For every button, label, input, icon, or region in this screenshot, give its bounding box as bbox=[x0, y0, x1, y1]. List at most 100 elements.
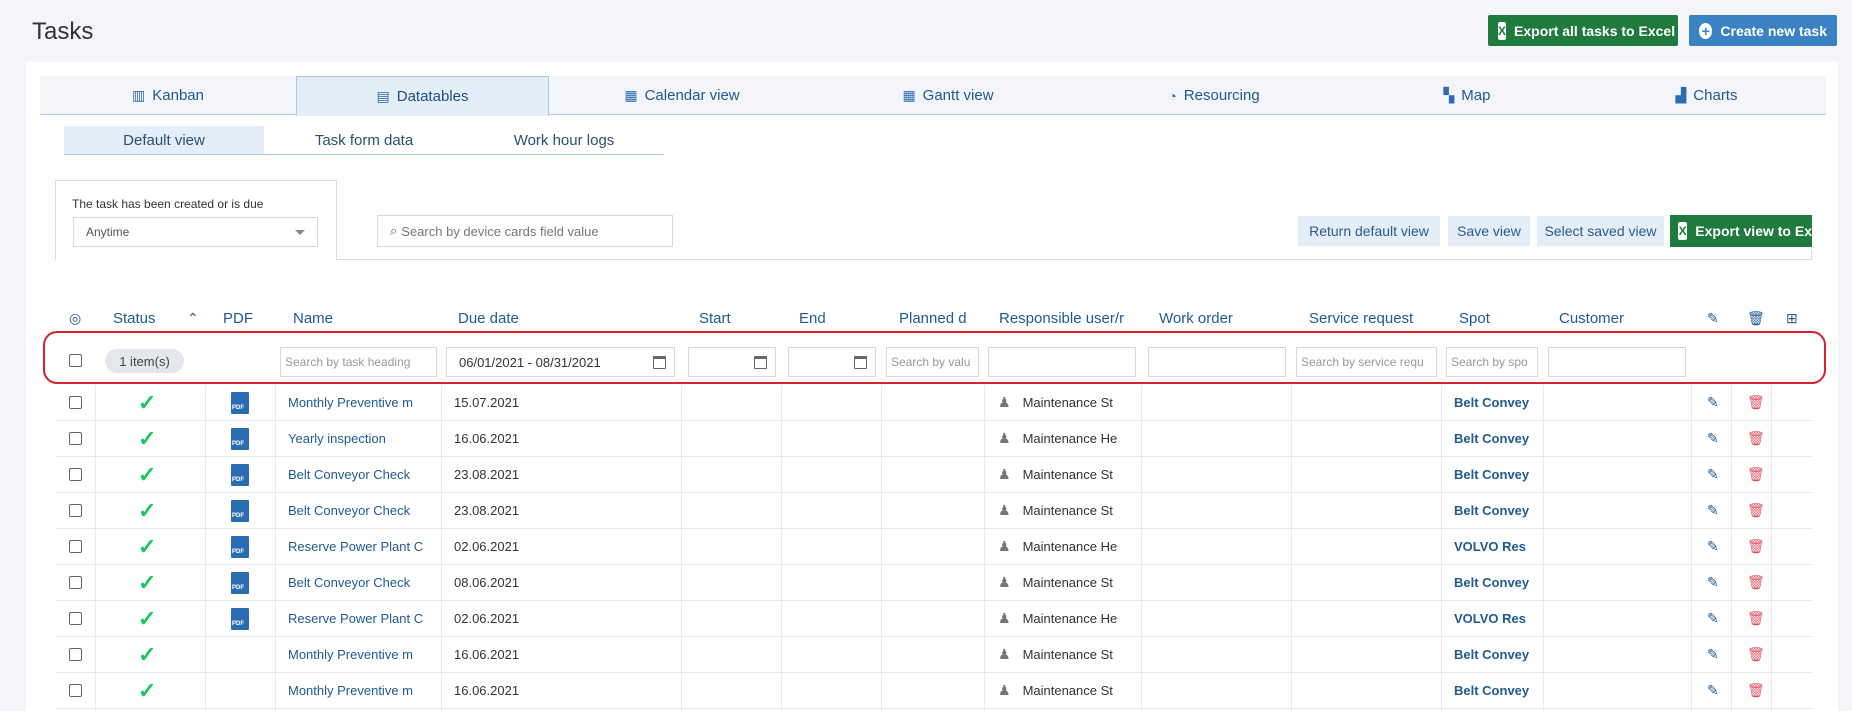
spot-link[interactable]: Belt Convey bbox=[1454, 565, 1544, 600]
col-status[interactable]: Status bbox=[113, 310, 156, 327]
spot-link[interactable]: Belt Convey bbox=[1454, 637, 1544, 672]
row-checkbox[interactable] bbox=[69, 565, 89, 600]
task-name-link[interactable]: Monthly Preventive m bbox=[288, 637, 482, 672]
row-checkbox[interactable] bbox=[69, 493, 89, 528]
delete-icon[interactable]: 🗑 bbox=[1747, 565, 1767, 600]
row-checkbox[interactable] bbox=[69, 601, 89, 636]
spot-link[interactable]: Belt Convey bbox=[1454, 493, 1544, 528]
due-date-value: 16.06.2021 bbox=[454, 683, 520, 698]
spot-link[interactable]: Belt Convey bbox=[1454, 673, 1544, 708]
row-checkbox[interactable] bbox=[69, 457, 89, 492]
delete-icon[interactable]: 🗑 bbox=[1747, 637, 1767, 672]
tab-gantt-view[interactable]: ▦ Gantt view bbox=[815, 76, 1081, 115]
col-service-request[interactable]: Service request bbox=[1309, 310, 1413, 327]
export-all-excel-button[interactable]: X Export all tasks to Excel bbox=[1488, 15, 1678, 46]
table-row[interactable]: ✓ Reserve Power Plant C02.06.2021 ♟Mainten… bbox=[55, 529, 1812, 565]
page-title: Tasks bbox=[32, 18, 94, 45]
device-search-input[interactable]: ⌕ Search by device cards field value bbox=[377, 215, 673, 247]
responsible-user: ♟ Maintenance St bbox=[998, 466, 1113, 482]
date-filter-select[interactable]: Anytime bbox=[73, 217, 318, 247]
tab-charts[interactable]: ▟ Charts bbox=[1587, 76, 1826, 115]
export-view-button[interactable]: X Export view to Ex bbox=[1670, 215, 1812, 247]
spot-link[interactable]: Belt Convey bbox=[1454, 457, 1544, 492]
delete-icon[interactable]: 🗑 bbox=[1747, 529, 1767, 564]
table-row[interactable]: ✓ Belt Conveyor Check23.08.2021 ♟Maintenan… bbox=[55, 493, 1812, 529]
delete-icon[interactable]: 🗑 bbox=[1747, 457, 1767, 492]
tab-kanban[interactable]: ▥ Kanban bbox=[40, 76, 296, 115]
spot-link[interactable]: VOLVO Res bbox=[1454, 601, 1544, 636]
row-checkbox[interactable] bbox=[69, 529, 89, 564]
tab-calendar-view[interactable]: ▦ Calendar view bbox=[549, 76, 815, 115]
sort-up-icon[interactable]: ⌃ bbox=[187, 310, 199, 327]
table-row[interactable]: ✓ Monthly Preventive m 16.06.2021 ♟ Maintena… bbox=[55, 637, 1812, 673]
pdf-icon[interactable] bbox=[231, 421, 253, 456]
task-name-link[interactable]: Monthly Preventive m bbox=[288, 385, 482, 420]
col-end[interactable]: End bbox=[799, 310, 826, 327]
edit-icon[interactable]: ✎ bbox=[1707, 421, 1727, 456]
edit-icon[interactable]: ✎ bbox=[1707, 457, 1727, 492]
spot-link[interactable]: Belt Convey bbox=[1454, 421, 1544, 456]
row-checkbox[interactable] bbox=[69, 421, 89, 456]
col-name[interactable]: Name bbox=[293, 310, 333, 327]
task-name-link[interactable]: Monthly Preventive m bbox=[288, 673, 482, 708]
tab-map[interactable]: ▚ Map bbox=[1347, 76, 1587, 115]
spot-link[interactable]: Belt Convey bbox=[1454, 385, 1544, 420]
table-row[interactable]: ✓ Yearly inspection16.06.2021 ♟Maintenance… bbox=[55, 421, 1812, 457]
subtab-work-hour-logs[interactable]: Work hour logs bbox=[464, 126, 664, 154]
col-pdf[interactable]: PDF bbox=[223, 310, 253, 327]
task-name-link[interactable]: Reserve Power Plant C bbox=[288, 601, 482, 636]
save-view-button[interactable]: Save view bbox=[1448, 216, 1530, 246]
table-columns-icon[interactable]: ⊞ bbox=[1786, 310, 1798, 327]
task-name-link[interactable]: Yearly inspection bbox=[288, 421, 482, 456]
subtab-task-form-data[interactable]: Task form data bbox=[264, 126, 464, 154]
table-row[interactable]: ✓ Monthly Preventive m 16.06.2021 ♟ Maintena… bbox=[55, 673, 1812, 709]
edit-icon[interactable]: ✎ bbox=[1707, 385, 1727, 420]
task-name-link[interactable]: Reserve Power Plant C bbox=[288, 529, 482, 564]
select-all-icon[interactable]: ◎ bbox=[69, 310, 81, 327]
task-name-link[interactable]: Belt Conveyor Check bbox=[288, 493, 482, 528]
col-start[interactable]: Start bbox=[699, 310, 731, 327]
tab-datatables[interactable]: ▤ Datatables bbox=[296, 76, 549, 116]
row-checkbox[interactable] bbox=[69, 385, 89, 420]
select-saved-view-button[interactable]: Select saved view bbox=[1537, 216, 1664, 246]
col-spot[interactable]: Spot bbox=[1459, 310, 1490, 327]
row-checkbox[interactable] bbox=[69, 673, 89, 708]
table-row[interactable]: ✓ Belt Conveyor Check08.06.2021 ♟Maintenan… bbox=[55, 565, 1812, 601]
responsible-user: ♟ Maintenance St bbox=[998, 502, 1113, 518]
col-customer[interactable]: Customer bbox=[1559, 310, 1624, 327]
pdf-icon[interactable] bbox=[231, 529, 253, 564]
pdf-icon[interactable] bbox=[231, 385, 253, 420]
pdf-icon[interactable] bbox=[231, 565, 253, 600]
task-name-link[interactable]: Belt Conveyor Check bbox=[288, 457, 482, 492]
col-planned[interactable]: Planned d bbox=[899, 310, 967, 327]
return-default-view-button[interactable]: Return default view bbox=[1298, 216, 1440, 246]
excel-icon: X bbox=[1498, 21, 1507, 40]
edit-icon[interactable]: ✎ bbox=[1707, 601, 1727, 636]
pdf-icon[interactable] bbox=[231, 457, 253, 492]
table-row[interactable]: ✓ Monthly Preventive m15.07.2021 ♟Maintena… bbox=[55, 385, 1812, 421]
delete-icon[interactable]: 🗑 bbox=[1747, 421, 1767, 456]
pdf-icon[interactable] bbox=[231, 601, 253, 636]
edit-icon[interactable]: ✎ bbox=[1707, 565, 1727, 600]
task-name-link[interactable]: Belt Conveyor Check bbox=[288, 565, 482, 600]
delete-icon[interactable]: 🗑 bbox=[1747, 673, 1767, 708]
create-task-label: Create new task bbox=[1720, 22, 1827, 39]
table-row[interactable]: ✓ Reserve Power Plant C02.06.2021 ♟Mainten… bbox=[55, 601, 1812, 637]
subtab-default-view[interactable]: Default view bbox=[64, 126, 264, 154]
delete-icon[interactable]: 🗑 bbox=[1747, 385, 1767, 420]
tab-resourcing[interactable]: ◔ Resourcing bbox=[1081, 76, 1347, 115]
col-work-order[interactable]: Work order bbox=[1159, 310, 1233, 327]
col-responsible[interactable]: Responsible user/r bbox=[999, 310, 1124, 327]
edit-icon[interactable]: ✎ bbox=[1707, 637, 1727, 672]
table-row[interactable]: ✓ Belt Conveyor Check23.08.2021 ♟Maintenan… bbox=[55, 457, 1812, 493]
spot-link[interactable]: VOLVO Res bbox=[1454, 529, 1544, 564]
create-task-button[interactable]: + Create new task bbox=[1689, 15, 1837, 46]
edit-icon[interactable]: ✎ bbox=[1707, 493, 1727, 528]
pdf-icon[interactable] bbox=[231, 493, 253, 528]
edit-icon[interactable]: ✎ bbox=[1707, 529, 1727, 564]
col-due-date[interactable]: Due date bbox=[458, 310, 519, 327]
delete-icon[interactable]: 🗑 bbox=[1747, 493, 1767, 528]
delete-icon[interactable]: 🗑 bbox=[1747, 601, 1767, 636]
edit-icon[interactable]: ✎ bbox=[1707, 673, 1727, 708]
row-checkbox[interactable] bbox=[69, 637, 89, 672]
